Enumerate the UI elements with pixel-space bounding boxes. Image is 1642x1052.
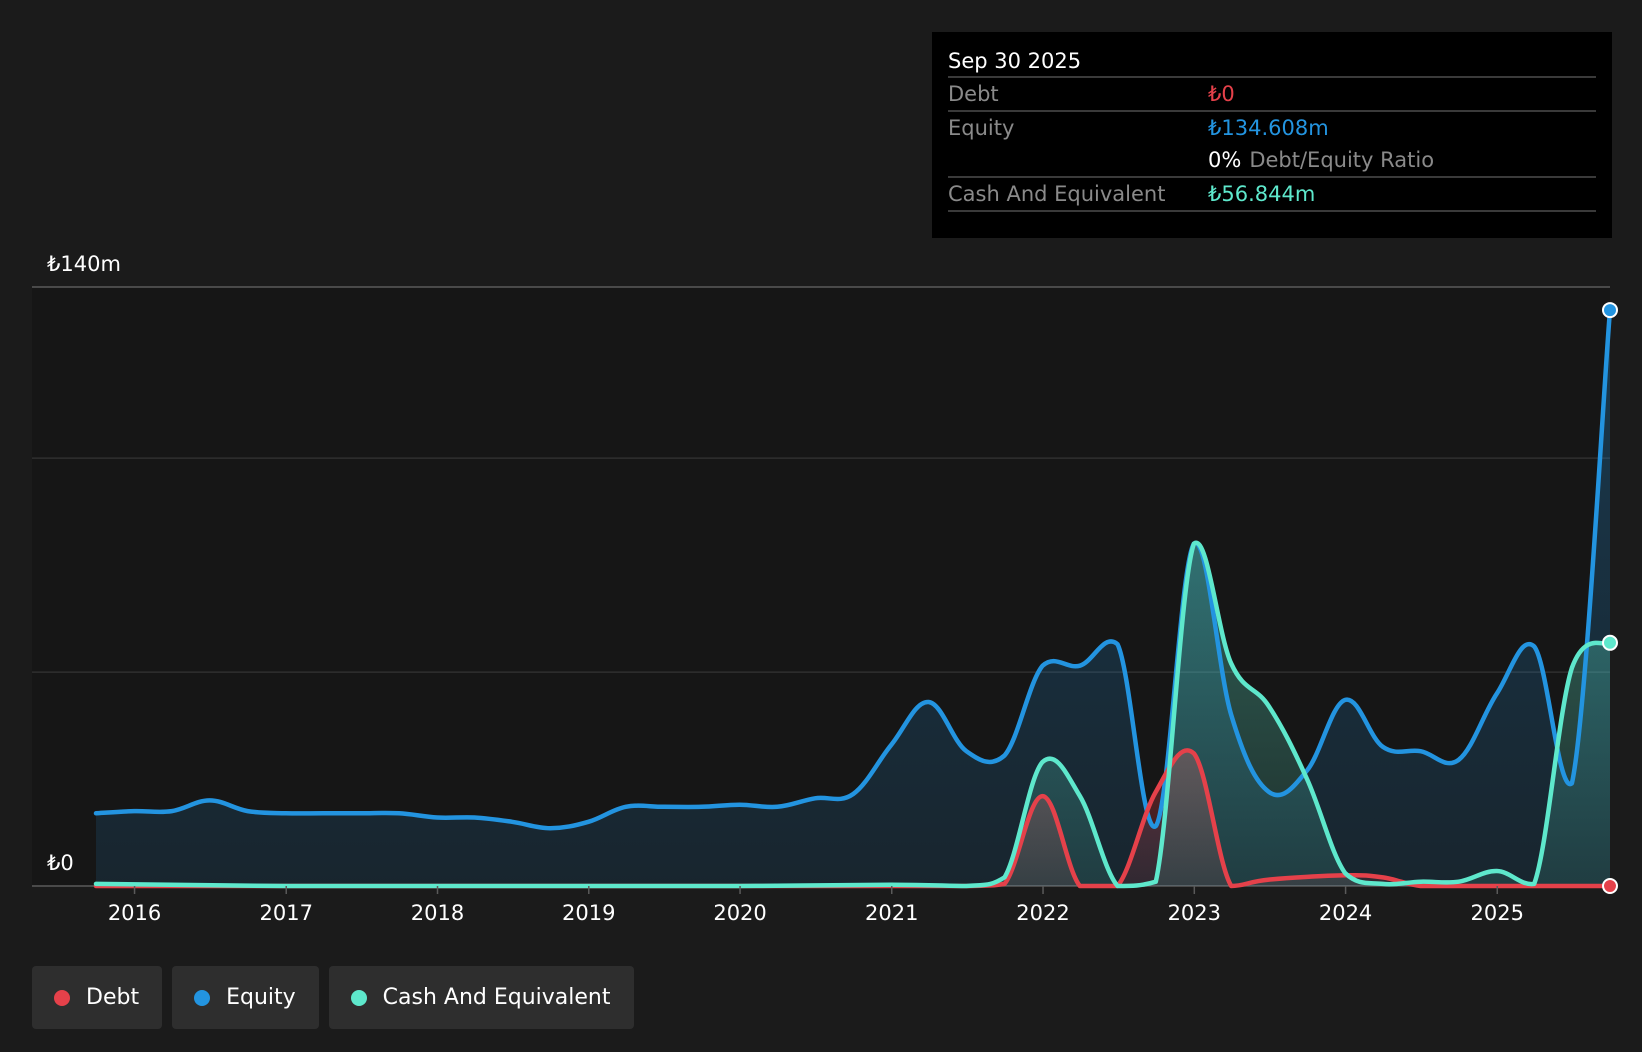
x-tick-label: 2020	[713, 901, 766, 925]
x-tick-label: 2021	[865, 901, 918, 925]
legend-debt-label: Debt	[86, 985, 140, 1010]
tooltip-equity-value: ₺134.608m	[1208, 116, 1329, 140]
endpoint-debt	[1602, 878, 1618, 894]
tooltip-row-ratio: 0% Debt/Equity Ratio	[948, 144, 1596, 176]
tooltip-debt-label: Debt	[948, 82, 999, 106]
x-tick-label: 2016	[108, 901, 161, 925]
tooltip-row-cash: Cash And Equivalent ₺56.844m	[948, 176, 1596, 212]
y-tick-label-zero: ₺0	[47, 851, 74, 875]
x-tick-label: 2024	[1319, 901, 1372, 925]
tooltip-row-debt: Debt ₺0	[948, 76, 1596, 110]
x-tick-label: 2019	[562, 901, 615, 925]
x-tick-label: 2018	[411, 901, 464, 925]
tooltip-cash-label: Cash And Equivalent	[948, 182, 1166, 206]
tooltip-row-equity: Equity ₺134.608m	[948, 110, 1596, 144]
legend-item-cash[interactable]: Cash And Equivalent	[328, 966, 634, 1029]
tooltip-cash-value: ₺56.844m	[1208, 182, 1316, 206]
legend-item-debt[interactable]: Debt	[32, 966, 163, 1029]
endpoint-equity	[1602, 302, 1618, 319]
debt-dot-icon	[54, 989, 70, 1006]
legend-item-equity[interactable]: Equity	[172, 966, 319, 1029]
legend-equity-label: Equity	[226, 985, 296, 1010]
y-tick-label-top: ₺140m	[47, 252, 121, 276]
equity-dot-icon	[194, 989, 211, 1006]
cash-dot-icon	[350, 989, 367, 1006]
tooltip-date: Sep 30 2025	[948, 49, 1082, 73]
tooltip-ratio-value: 0%	[1208, 148, 1242, 172]
legend-cash-label: Cash And Equivalent	[382, 985, 611, 1010]
tooltip-equity-label: Equity	[948, 116, 1015, 140]
tooltip-debt-value: ₺0	[1208, 82, 1235, 106]
chart-legend: Debt Equity Cash And Equivalent	[32, 966, 634, 1029]
endpoint-cash-and-equivalent	[1602, 634, 1618, 651]
x-tick-label: 2025	[1471, 901, 1524, 925]
tooltip-panel: Sep 30 2025 Debt ₺0 Equity ₺134.608m 0% …	[932, 32, 1612, 238]
x-tick-label: 2023	[1168, 901, 1221, 925]
tooltip-ratio-caption: Debt/Equity Ratio	[1249, 148, 1435, 172]
x-tick-label: 2017	[260, 901, 313, 925]
x-tick-label: 2022	[1016, 901, 1069, 925]
tooltip-ratio-label	[948, 144, 1208, 176]
